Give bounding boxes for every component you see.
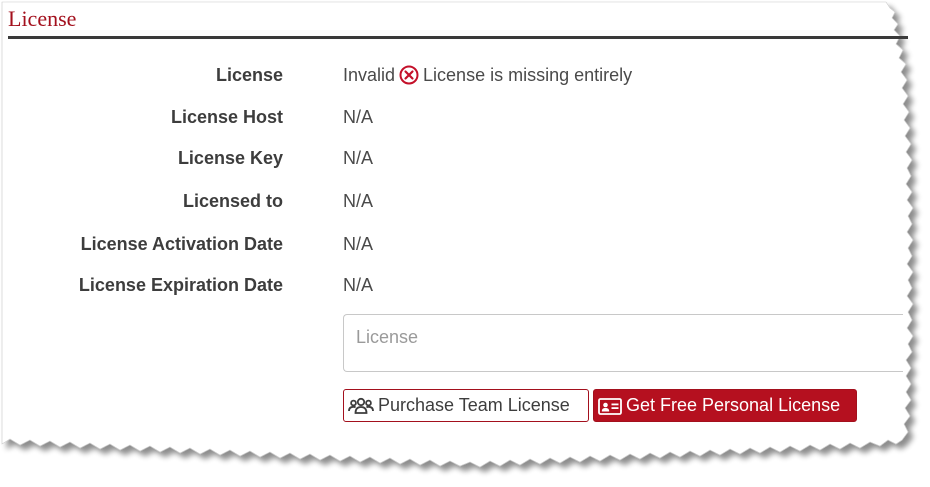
field-value-licensed-to: N/A bbox=[343, 191, 374, 211]
license-status-message: License is missing entirely bbox=[423, 65, 633, 85]
field-row-activation-date: License Activation Date N/A bbox=[0, 232, 900, 256]
purchase-team-license-button[interactable]: Purchase Team License bbox=[343, 389, 589, 422]
field-label-license: License bbox=[215, 65, 283, 85]
field-label-license-key: License Key bbox=[177, 148, 283, 168]
field-row-license-key: License Key N/A bbox=[0, 146, 900, 170]
field-row-license-host: License Host N/A bbox=[0, 105, 900, 129]
error-circle-icon bbox=[399, 65, 419, 85]
field-label-expiration-date: License Expiration Date bbox=[78, 275, 283, 295]
id-card-icon bbox=[598, 397, 622, 415]
users-icon bbox=[348, 397, 374, 414]
field-label-licensed-to: Licensed to bbox=[182, 191, 283, 211]
field-value-license-key: N/A bbox=[343, 148, 374, 168]
get-free-personal-license-label: Get Free Personal License bbox=[626, 395, 841, 415]
field-row-licensed-to: Licensed to N/A bbox=[0, 189, 900, 213]
field-row-license: License Invalid License is missing entir… bbox=[0, 63, 900, 87]
license-key-textarea[interactable] bbox=[343, 314, 903, 372]
field-row-expiration-date: License Expiration Date N/A bbox=[0, 273, 900, 297]
purchase-team-license-label: Purchase Team License bbox=[378, 395, 570, 415]
license-status-value: Invalid bbox=[343, 65, 396, 85]
license-panel-screenshot: License License Invalid License is missi… bbox=[0, 0, 930, 487]
field-value-expiration-date: N/A bbox=[343, 275, 374, 295]
section-title-divider bbox=[8, 36, 908, 39]
field-label-license-host: License Host bbox=[170, 107, 283, 127]
section-title: License bbox=[8, 6, 77, 31]
license-section: License License Invalid License is missi… bbox=[0, 0, 930, 487]
field-value-license: Invalid License is missing entirely bbox=[343, 63, 632, 87]
field-value-license-host: N/A bbox=[343, 107, 374, 127]
get-free-personal-license-button[interactable]: Get Free Personal License bbox=[593, 389, 857, 422]
field-value-activation-date: N/A bbox=[343, 234, 374, 254]
field-label-activation-date: License Activation Date bbox=[80, 234, 283, 254]
